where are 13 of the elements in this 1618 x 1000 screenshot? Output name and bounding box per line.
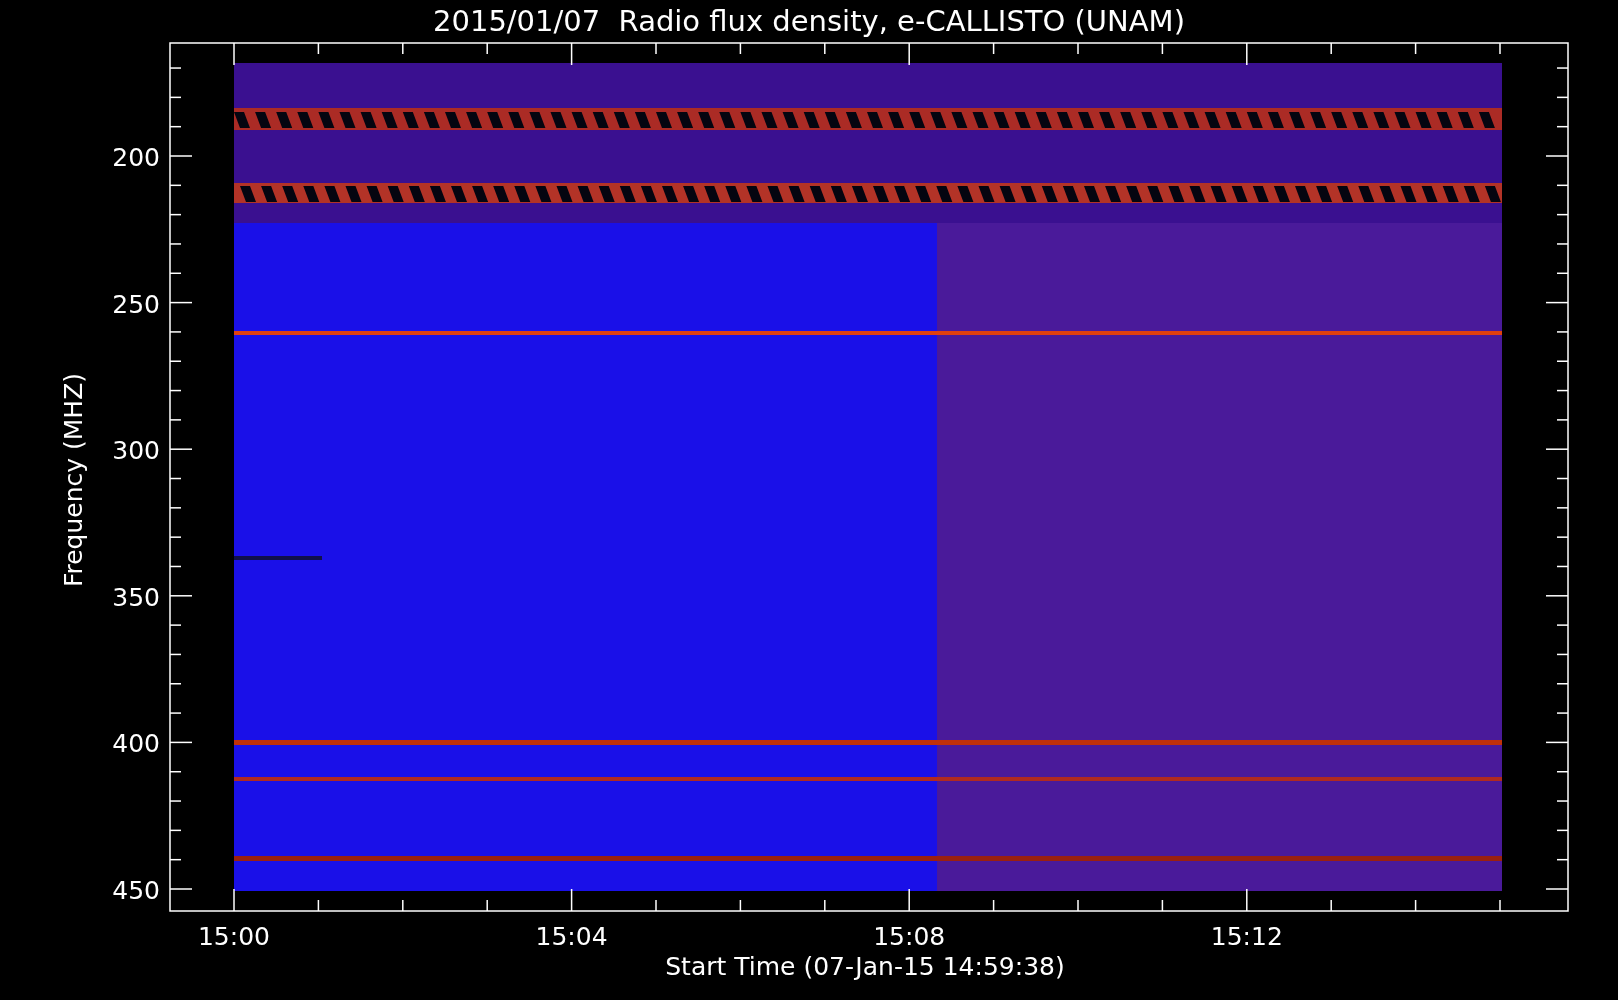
tick-label: 350 [112,582,160,612]
chart-title: 2015/01/07 Radio flux density, e-CALLISTO (UNAM) [433,4,1185,38]
tick-label: 15:04 [535,922,608,951]
tick-label: 450 [112,876,160,905]
tick-label: 15:00 [198,922,270,951]
axis-title: Frequency (MHZ) [59,372,88,588]
tick-label: 15:08 [873,922,946,951]
tick-label: 15:12 [1210,922,1283,951]
tick-label: 400 [112,729,160,759]
axis-title: Start Time (07-Jan-15 14:59:38) [665,952,1065,981]
tick-label: 250 [112,289,160,319]
tick-label: 200 [112,143,160,172]
tick-label: 300 [112,436,160,466]
